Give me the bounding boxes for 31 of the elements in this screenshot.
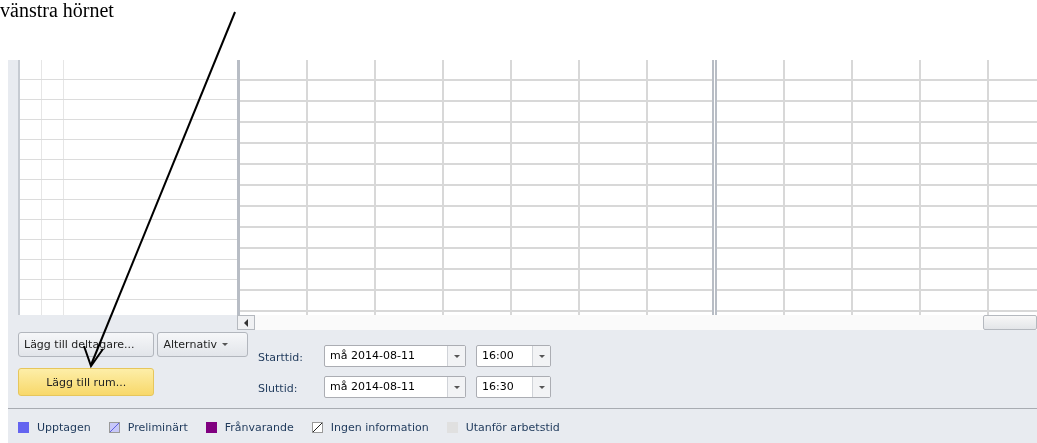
caret-icon xyxy=(453,354,460,358)
caret-icon xyxy=(453,385,460,389)
horizontal-scrollbar[interactable] xyxy=(237,315,1037,330)
time-label: Starttid: xyxy=(258,350,304,366)
time-label: Sluttid: xyxy=(258,381,299,397)
time-field[interactable]: 16:00 xyxy=(476,345,551,367)
legend-label: Upptagen xyxy=(37,421,91,434)
date-field[interactable]: må 2014-08-11 xyxy=(324,376,466,398)
date-field[interactable]: må 2014-08-11 xyxy=(324,345,466,367)
dropdown-button[interactable] xyxy=(532,377,550,397)
annotation-text: vänstra hörnet xyxy=(0,0,114,20)
add-room-button[interactable]: Lägg till rum... xyxy=(18,368,155,396)
caret-icon xyxy=(538,385,545,389)
left-arrow-icon xyxy=(244,318,248,327)
scroll-left-button[interactable] xyxy=(237,315,255,330)
combo-value: må 2014-08-11 xyxy=(329,348,416,364)
dropdown-button[interactable] xyxy=(532,346,550,366)
legend-label: Preliminärt xyxy=(127,421,188,434)
options-button[interactable]: Alternativ xyxy=(157,332,248,357)
scrollbar-thumb[interactable] xyxy=(983,315,1037,330)
combo-value: 16:00 xyxy=(481,348,515,364)
combo-value: må 2014-08-11 xyxy=(329,379,416,395)
dropdown-button[interactable] xyxy=(447,377,465,397)
legend-label: Utanför arbetstid xyxy=(465,421,560,434)
time-field[interactable]: 16:30 xyxy=(476,376,551,398)
legend-label: Ingen information xyxy=(330,421,429,434)
combo-value: 16:30 xyxy=(481,379,515,395)
legend-label: Frånvarande xyxy=(224,421,294,434)
caret-icon xyxy=(538,354,545,358)
dropdown-button[interactable] xyxy=(447,346,465,366)
caret-icon xyxy=(222,343,228,346)
